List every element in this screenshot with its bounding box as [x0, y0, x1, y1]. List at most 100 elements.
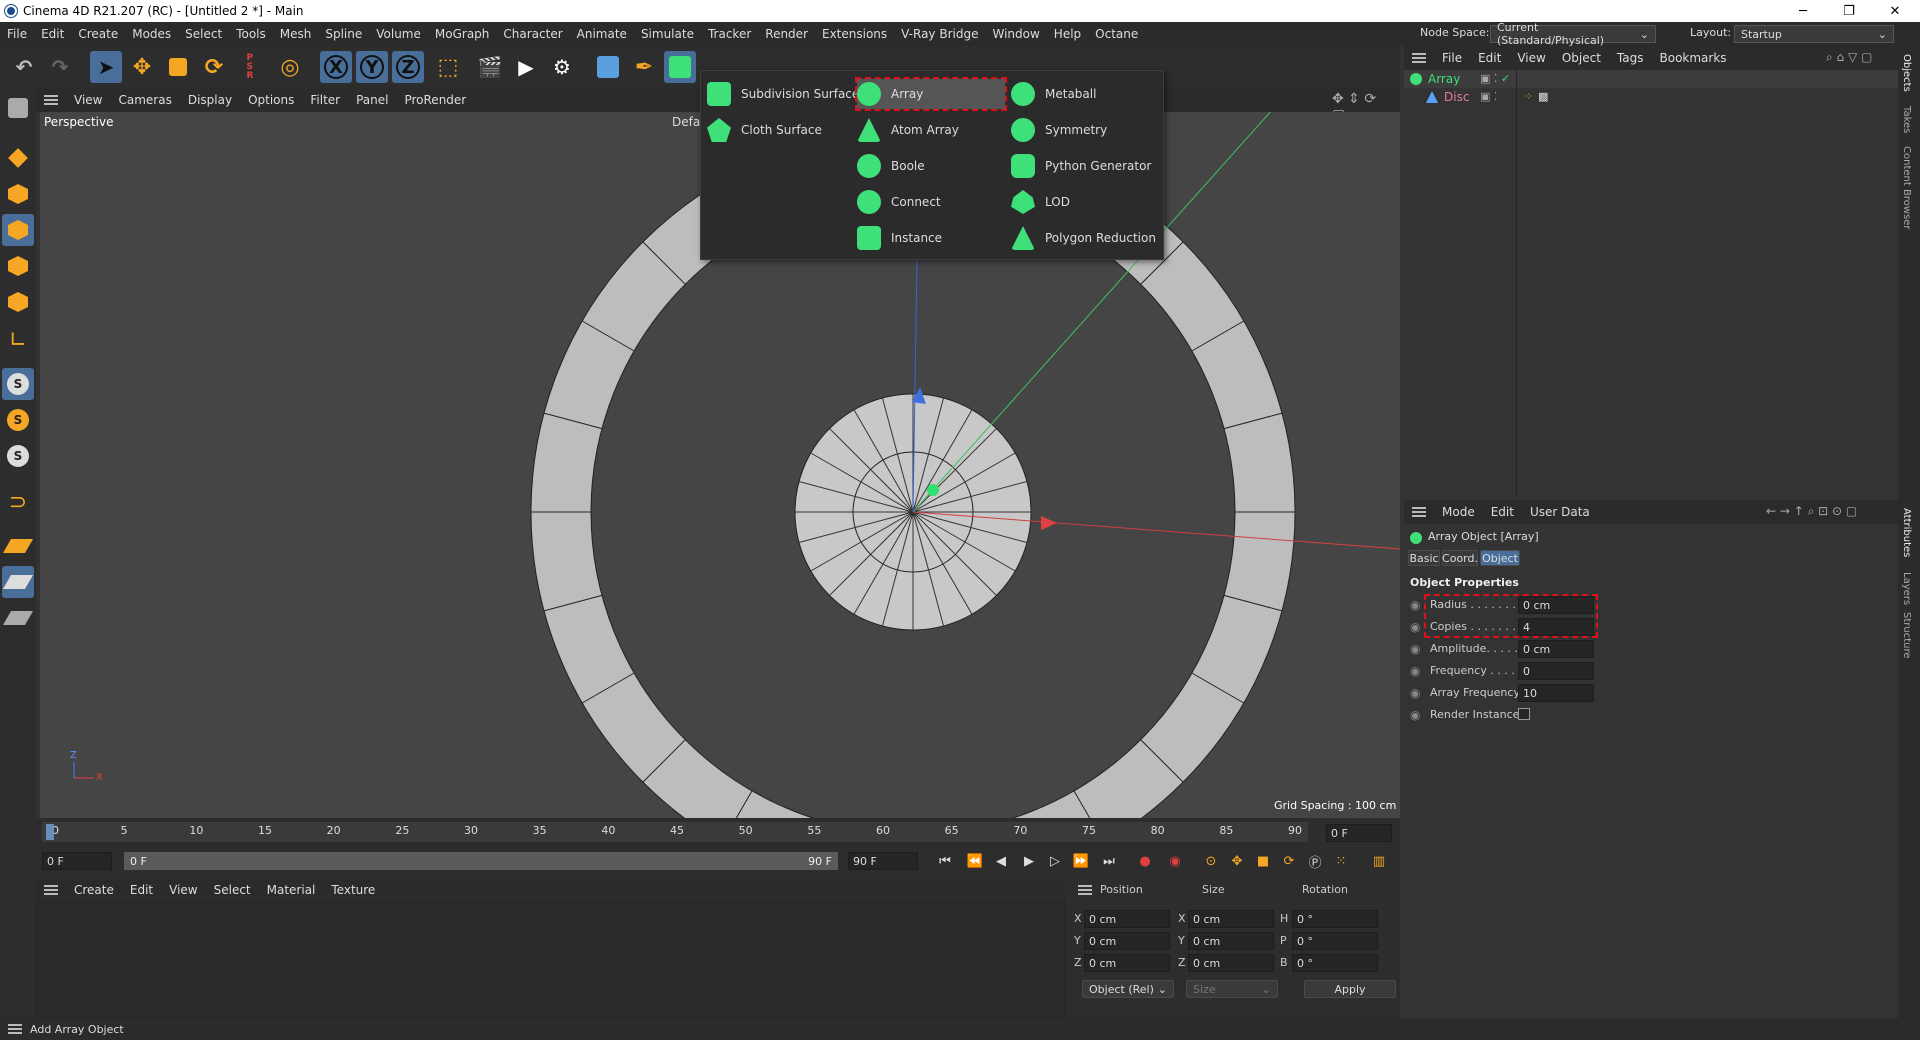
undo-icon[interactable]: ↶	[8, 51, 40, 83]
menu-help[interactable]: Help	[1047, 27, 1088, 41]
array-frequency-field[interactable]: 10	[1518, 684, 1594, 702]
menu-extensions[interactable]: Extensions	[815, 27, 894, 41]
size-y-field[interactable]: 0 cm	[1188, 932, 1274, 950]
render-region-icon[interactable]: 🎬	[474, 51, 506, 83]
previous-frame-icon[interactable]: ◀	[988, 848, 1014, 874]
popup-item-python-generator[interactable]: Python Generator	[1011, 151, 1151, 181]
material-menu-material[interactable]: Material	[259, 883, 324, 897]
popup-item-metaball[interactable]: Metaball	[1011, 79, 1096, 109]
popup-item-symmetry[interactable]: Symmetry	[1011, 115, 1107, 145]
x-axis-lock-button[interactable]: X	[320, 51, 352, 83]
quantize-icon[interactable]: S	[2, 440, 34, 472]
menu-mesh[interactable]: Mesh	[273, 27, 319, 41]
tab-basic[interactable]: Basic	[1408, 550, 1440, 566]
material-menu-view[interactable]: View	[161, 883, 205, 897]
object-menu-view[interactable]: View	[1509, 51, 1553, 65]
material-menu-select[interactable]: Select	[206, 883, 259, 897]
menu-file[interactable]: File	[0, 27, 34, 41]
material-menu-edit[interactable]: Edit	[122, 883, 161, 897]
magnet-icon[interactable]: ⊃	[2, 486, 34, 518]
go-to-start-icon[interactable]: ⏮	[932, 848, 958, 874]
animate-amplitude-icon[interactable]: ◉	[1410, 642, 1420, 656]
size-mode-dropdown[interactable]: Size ⌄	[1186, 980, 1278, 998]
autokey-icon[interactable]: ◉	[1162, 848, 1188, 874]
viewport-menu-filter[interactable]: Filter	[302, 93, 348, 107]
menu-vray-bridge[interactable]: V-Ray Bridge	[894, 27, 985, 41]
popup-item-subdivision-surface[interactable]: Subdivision Surface	[707, 79, 859, 109]
y-axis-handle-icon[interactable]	[927, 484, 939, 496]
side-tab-objects[interactable]: Objects	[1901, 54, 1912, 92]
object-row-array[interactable]: Array ▣ ⁚ ✓	[1404, 70, 1898, 88]
popup-item-polygon-reduction[interactable]: Polygon Reduction	[1011, 223, 1156, 253]
tab-coord[interactable]: Coord.	[1442, 550, 1478, 566]
node-space-dropdown[interactable]: Current (Standard/Physical) ⌄	[1490, 21, 1656, 47]
side-tab-attributes[interactable]: Attributes	[1901, 508, 1912, 557]
timeline-playhead[interactable]	[46, 824, 54, 840]
apply-button[interactable]: Apply	[1304, 980, 1396, 998]
restore-button[interactable]: ❐	[1826, 0, 1872, 22]
scale-tool-icon[interactable]	[162, 51, 194, 83]
attribute-menu-user-data[interactable]: User Data	[1522, 505, 1598, 519]
menu-volume[interactable]: Volume	[369, 27, 428, 41]
menu-render[interactable]: Render	[758, 27, 815, 41]
menu-window[interactable]: Window	[985, 27, 1046, 41]
key-rotation-icon[interactable]: ⟳	[1276, 848, 1302, 874]
next-key-icon[interactable]: ⏩	[1068, 848, 1094, 874]
viewport-menu-icon[interactable]	[44, 95, 58, 105]
object-menu-edit[interactable]: Edit	[1470, 51, 1509, 65]
popup-item-cloth-surface[interactable]: Cloth Surface	[707, 115, 822, 145]
object-menu-bookmarks[interactable]: Bookmarks	[1652, 51, 1735, 65]
animate-frequency-icon[interactable]: ◉	[1410, 664, 1420, 678]
points-mode-icon[interactable]	[2, 142, 34, 174]
cube-object-icon[interactable]	[592, 51, 624, 83]
viewport-menu-cameras[interactable]: Cameras	[110, 93, 179, 107]
y-axis-lock-button[interactable]: Y	[356, 51, 388, 83]
attribute-nav-icons[interactable]: ← → ↑ ⌕ ⊡ ⊙ ▢	[1758, 504, 1865, 519]
material-menu-texture[interactable]: Texture	[323, 883, 383, 897]
minimize-button[interactable]: ─	[1780, 0, 1826, 22]
material-menu-icon[interactable]	[44, 885, 58, 895]
next-frame-icon[interactable]: ▷	[1042, 848, 1068, 874]
viewport-menu-view[interactable]: View	[66, 93, 110, 107]
object-menu-file[interactable]: File	[1434, 51, 1470, 65]
edges-mode-icon[interactable]	[2, 178, 34, 210]
side-tab-structure[interactable]: Structure	[1901, 612, 1912, 659]
rotation-h-field[interactable]: 0 °	[1292, 910, 1378, 928]
menu-simulate[interactable]: Simulate	[634, 27, 701, 41]
rotation-p-field[interactable]: 0 °	[1292, 932, 1378, 950]
material-tag-icon[interactable]: ▩	[1538, 90, 1548, 103]
object-menu-icon[interactable]	[1412, 53, 1426, 63]
tab-object[interactable]: Object	[1480, 550, 1520, 566]
position-z-field[interactable]: 0 cm	[1084, 954, 1170, 972]
end-frame-field[interactable]: 90 F	[848, 852, 918, 870]
attribute-menu-edit[interactable]: Edit	[1483, 505, 1522, 519]
frame-range-slider[interactable]: 0 F 90 F	[124, 852, 838, 870]
snap-settings-icon[interactable]: S	[2, 404, 34, 436]
redo-icon[interactable]: ↷	[44, 51, 76, 83]
model-mode-icon[interactable]	[2, 250, 34, 282]
menu-character[interactable]: Character	[496, 27, 569, 41]
snap-icon[interactable]: S	[2, 368, 34, 400]
size-z-field[interactable]: 0 cm	[1188, 954, 1274, 972]
texture-mode-icon[interactable]	[2, 286, 34, 318]
record-icon[interactable]: ●	[1132, 848, 1158, 874]
position-y-field[interactable]: 0 cm	[1084, 932, 1170, 950]
position-x-field[interactable]: 0 cm	[1084, 910, 1170, 928]
coordinate-system-icon[interactable]: ⬚	[432, 51, 464, 83]
animate-radius-icon[interactable]: ◉	[1410, 598, 1420, 612]
menu-create[interactable]: Create	[71, 27, 125, 41]
attribute-menu-mode[interactable]: Mode	[1434, 505, 1483, 519]
workplane-icon[interactable]: ∟	[2, 324, 34, 356]
rotation-b-field[interactable]: 0 °	[1292, 954, 1378, 972]
live-selection-icon[interactable]: ◎	[274, 51, 306, 83]
render-view-icon[interactable]: ▶	[510, 51, 542, 83]
rotate-tool-icon[interactable]: ⟳	[198, 51, 230, 83]
side-tab-takes[interactable]: Takes	[1901, 106, 1912, 133]
menu-octane[interactable]: Octane	[1088, 27, 1145, 41]
timeline-window-icon[interactable]: ▥	[1366, 848, 1392, 874]
polygons-mode-icon[interactable]	[2, 214, 34, 246]
menu-edit[interactable]: Edit	[34, 27, 71, 41]
menu-modes[interactable]: Modes	[125, 27, 178, 41]
layer-grid-icon[interactable]	[2, 602, 34, 634]
attribute-menu-icon[interactable]	[1412, 507, 1426, 517]
